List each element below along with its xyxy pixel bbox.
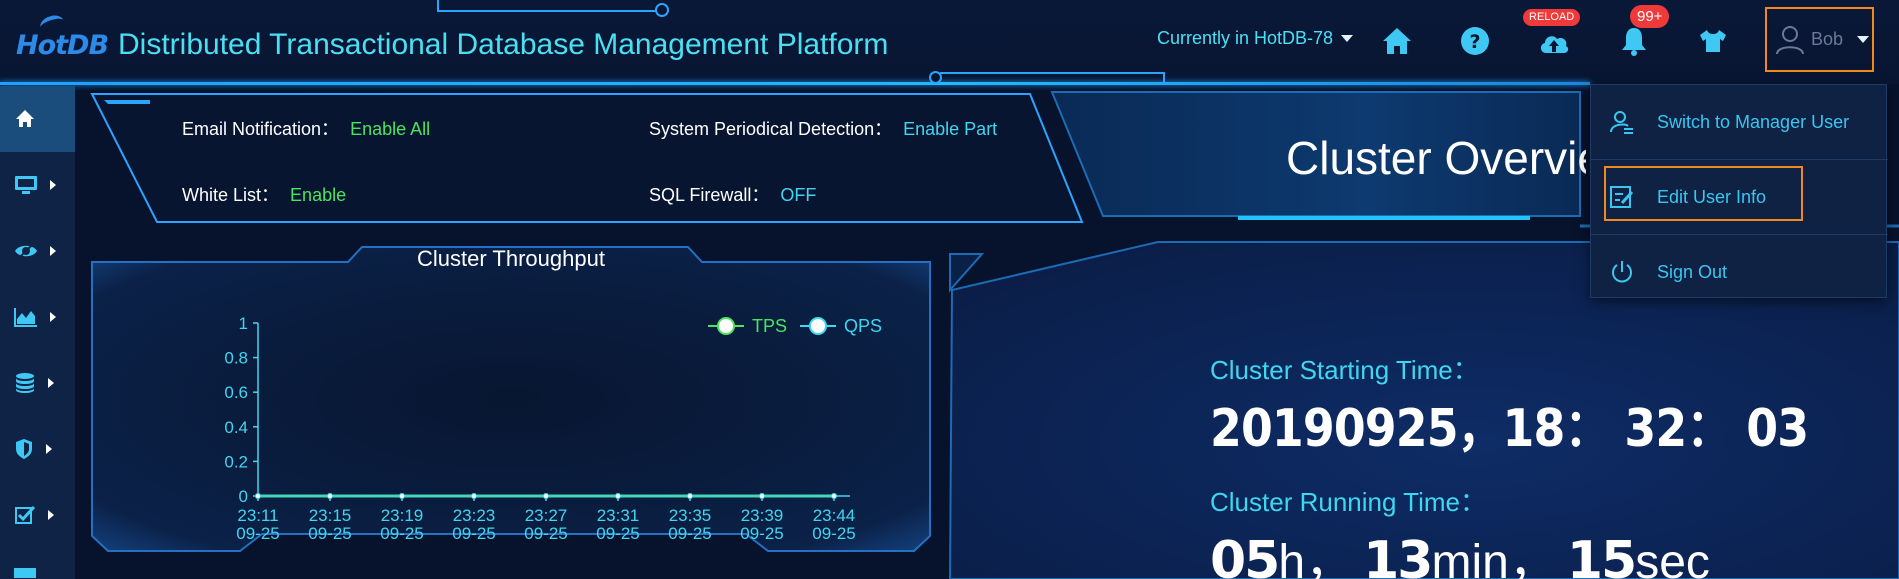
menu-item-label: Sign Out bbox=[1657, 261, 1728, 282]
data-point-qps bbox=[327, 493, 333, 499]
menu-item-switch-manager[interactable]: Switch to Manager User bbox=[1591, 85, 1888, 159]
x-tick-label-time: 23:27 bbox=[525, 506, 568, 525]
data-point-qps bbox=[759, 493, 765, 499]
data-point-qps bbox=[687, 493, 693, 499]
x-tick-label-time: 23:15 bbox=[309, 506, 352, 525]
x-tick-label-date: 09-25 bbox=[812, 524, 855, 543]
power-icon bbox=[1612, 261, 1632, 283]
x-tick-label-time: 23:11 bbox=[237, 506, 278, 525]
running-seconds-unit: sec bbox=[1635, 536, 1710, 579]
user-dropdown-menu: Switch to Manager User Edit User Info Si… bbox=[1590, 84, 1888, 298]
x-tick-label-time: 23:19 bbox=[381, 506, 424, 525]
data-point-qps bbox=[471, 493, 477, 499]
y-tick-label: 0.8 bbox=[224, 349, 248, 368]
x-tick-label-time: 23:35 bbox=[669, 506, 712, 525]
running-hours: 05 bbox=[1210, 531, 1280, 579]
legend-marker bbox=[809, 317, 827, 335]
x-tick-label-time: 23:31 bbox=[597, 506, 640, 525]
menu-item-label: Switch to Manager User bbox=[1657, 111, 1850, 132]
x-tick-label-date: 09-25 bbox=[740, 524, 783, 543]
x-tick-label-date: 09-25 bbox=[668, 524, 711, 543]
running-hours-unit: h， bbox=[1278, 536, 1354, 579]
x-tick-label-date: 09-25 bbox=[452, 524, 495, 543]
x-tick-label-time: 23:39 bbox=[741, 506, 784, 525]
user-switch-icon bbox=[1610, 111, 1633, 134]
y-tick-label: 0.4 bbox=[224, 418, 248, 437]
y-tick-label: 0.2 bbox=[224, 452, 248, 471]
running-minutes-unit: min， bbox=[1431, 536, 1557, 579]
x-tick-label-date: 09-25 bbox=[308, 524, 351, 543]
x-tick-label-date: 09-25 bbox=[596, 524, 639, 543]
legend-marker bbox=[717, 317, 735, 335]
x-tick-label-date: 09-25 bbox=[524, 524, 567, 543]
starting-time-value: 20190925，18： 32： 03 bbox=[1210, 399, 1809, 459]
running-time-value: 05h， 13min， 15sec bbox=[1210, 522, 1720, 579]
data-point-qps bbox=[543, 493, 549, 499]
data-point-qps bbox=[399, 493, 405, 499]
x-tick-label-time: 23:44 bbox=[813, 506, 856, 525]
focus-highlight bbox=[1604, 166, 1803, 221]
starting-time-label: Cluster Starting Time： bbox=[1210, 355, 1479, 385]
x-tick-label-date: 09-25 bbox=[236, 524, 279, 543]
y-tick-label: 0 bbox=[239, 487, 248, 506]
running-minutes: 13 bbox=[1363, 531, 1433, 579]
running-time-label: Cluster Running Time： bbox=[1210, 487, 1486, 517]
running-seconds: 15 bbox=[1566, 531, 1637, 579]
y-tick-label: 1 bbox=[239, 314, 248, 333]
x-tick-label-time: 23:23 bbox=[453, 506, 496, 525]
menu-item-sign-out[interactable]: Sign Out bbox=[1591, 235, 1888, 309]
x-tick-label-date: 09-25 bbox=[380, 524, 423, 543]
data-point-qps bbox=[831, 493, 837, 499]
data-point-qps bbox=[615, 493, 621, 499]
legend-label: TPS bbox=[752, 316, 787, 336]
data-point-qps bbox=[255, 493, 261, 499]
y-tick-label: 0.6 bbox=[224, 383, 248, 402]
legend-label: QPS bbox=[844, 316, 882, 336]
